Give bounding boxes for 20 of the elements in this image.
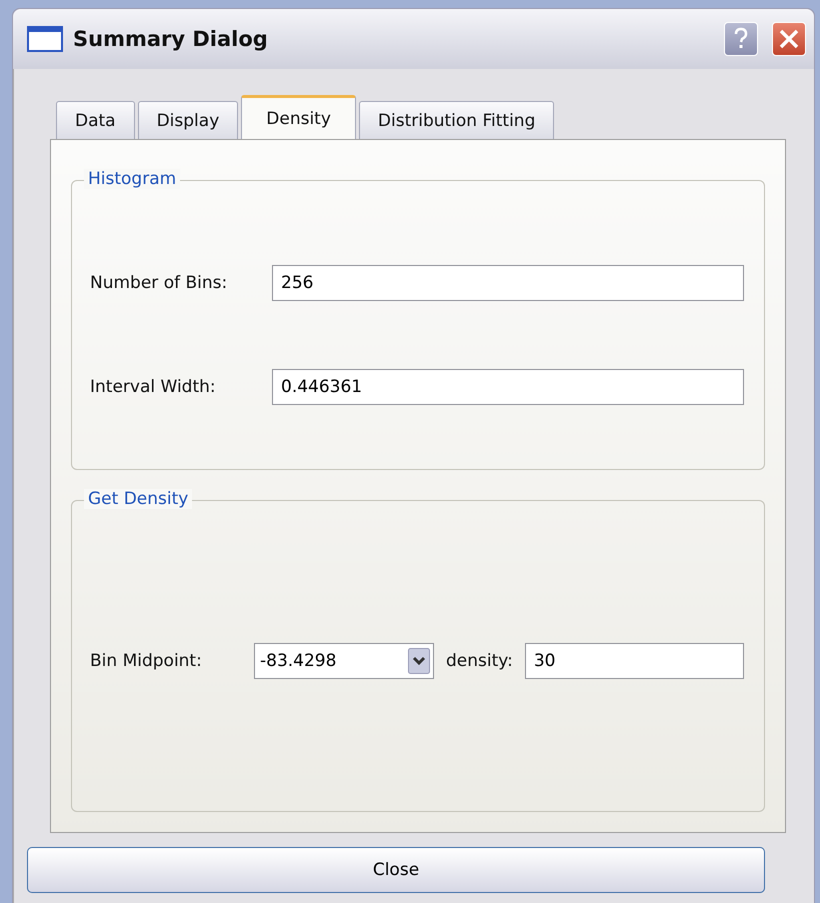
group-title: Get Density	[84, 489, 192, 509]
tab[interactable]: Data	[56, 101, 135, 139]
field-label: Bin Midpoint:	[90, 651, 203, 671]
close-button[interactable]	[772, 22, 806, 56]
field-label: density:	[446, 651, 513, 671]
group-title: Histogram	[84, 169, 180, 189]
window-icon	[27, 26, 63, 52]
close-icon	[778, 28, 800, 50]
field-label: Interval Width:	[90, 377, 217, 397]
input-field[interactable]: 256	[272, 265, 744, 301]
tab[interactable]: Density	[241, 95, 356, 139]
tab[interactable]: Display	[138, 101, 238, 139]
tab[interactable]: Distribution Fitting	[358, 101, 554, 139]
close-dialog-button[interactable]: Close	[27, 847, 765, 893]
input-field[interactable]: 30	[524, 643, 744, 679]
window-title: Summary Dialog	[73, 27, 268, 51]
combo-box[interactable]: -83.4298	[254, 643, 434, 679]
field-label: Number of Bins:	[90, 273, 228, 293]
input-field[interactable]: 0.446361	[272, 369, 744, 405]
help-button[interactable]	[724, 22, 758, 56]
